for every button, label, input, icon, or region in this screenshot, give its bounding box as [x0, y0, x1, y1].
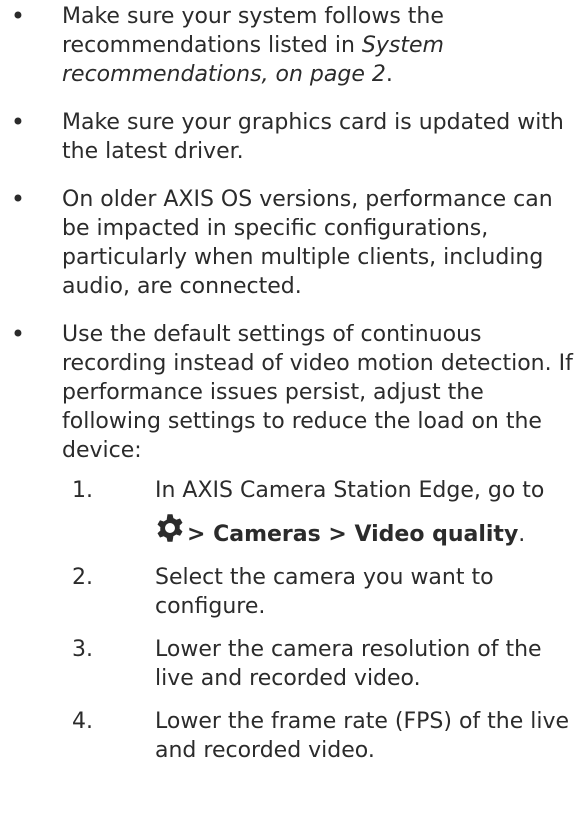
- menu-path-suffix: .: [518, 522, 526, 547]
- step-item-1: 1. In AXIS Camera Station Edge, go to > …: [62, 476, 576, 549]
- step-text: In AXIS Camera Station Edge, go to: [155, 478, 545, 503]
- bullet-text: Make sure your graphics card is updated …: [62, 110, 564, 164]
- step-text: Select the camera you want to configure.: [155, 565, 494, 619]
- step-number: 2.: [72, 565, 93, 590]
- menu-path-text: > Cameras > Video quality: [187, 522, 519, 547]
- bullet-item-system-recommendations: • Make sure your system follows the reco…: [0, 2, 582, 89]
- bullet-text: Use the default settings of continuous r…: [62, 322, 573, 463]
- step-number: 4.: [72, 709, 93, 734]
- bullet-item-graphics-driver: • Make sure your graphics card is update…: [0, 108, 582, 166]
- bullet-marker: •: [10, 2, 26, 30]
- settings-steps-list: 1. In AXIS Camera Station Edge, go to > …: [62, 476, 576, 765]
- step-item-2: 2. Select the camera you want to configu…: [62, 563, 576, 621]
- bullet-marker: •: [10, 185, 26, 213]
- bullet-marker: •: [10, 108, 26, 136]
- bullet-item-continuous-recording: • Use the default settings of continuous…: [0, 320, 582, 765]
- bullet-text: Make sure your system follows the recomm…: [62, 4, 444, 87]
- step-text: Lower the frame rate (FPS) of the live a…: [155, 709, 570, 763]
- step-number: 1.: [72, 478, 93, 503]
- bullet-item-axis-os: • On older AXIS OS versions, performance…: [0, 185, 582, 301]
- step-item-4: 4. Lower the frame rate (FPS) of the liv…: [62, 707, 576, 765]
- document-page: • Make sure your system follows the reco…: [0, 0, 582, 836]
- step-number: 3.: [72, 637, 93, 662]
- bullet-text: On older AXIS OS versions, performance c…: [62, 187, 553, 299]
- gear-icon: [157, 514, 183, 542]
- bullet-marker: •: [10, 320, 26, 348]
- menu-path: > Cameras > Video quality.: [155, 514, 576, 549]
- troubleshooting-bullet-list: • Make sure your system follows the reco…: [0, 2, 582, 765]
- step-item-3: 3. Lower the camera resolution of the li…: [62, 635, 576, 693]
- step-text: Lower the camera resolution of the live …: [155, 637, 542, 691]
